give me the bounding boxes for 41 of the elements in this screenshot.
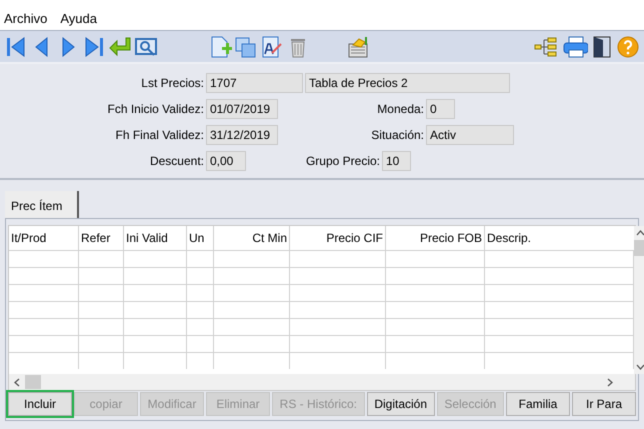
menu-item[interactable]: Ayuda (60, 9, 97, 29)
action-button[interactable]: Familia (506, 392, 570, 416)
scroll-left-icon[interactable] (14, 378, 20, 386)
tab[interactable]: Prec Ítem (5, 191, 79, 218)
scroll-down-icon[interactable] (636, 364, 644, 370)
text-field[interactable]: 1707 (206, 72, 303, 92)
vertical-scrollbar[interactable] (634, 226, 644, 374)
scroll-right-icon[interactable] (607, 378, 613, 386)
column-header[interactable]: It/Prod (9, 226, 79, 250)
action-button[interactable]: Incluir (8, 392, 72, 416)
column-header[interactable]: Ini Valid (124, 226, 187, 250)
return-arrow-icon[interactable] (108, 34, 132, 58)
column-header[interactable]: Precio FOB (386, 226, 485, 250)
column-header[interactable]: Refer (79, 226, 124, 250)
scroll-thumb[interactable] (25, 375, 41, 389)
menu-item[interactable]: Archivo (4, 9, 48, 29)
field-label: Fch Inicio Validez: (106, 100, 205, 118)
text-field[interactable]: Tabla de Precios 2 (305, 72, 510, 92)
action-button[interactable]: Digitación (366, 392, 435, 416)
field-label: Grupo Precio: (306, 154, 380, 168)
text-field[interactable]: 10 (382, 150, 411, 170)
column-header[interactable]: Un (187, 226, 214, 250)
action-button[interactable]: Ir Para (572, 392, 636, 416)
horizontal-scrollbar[interactable] (9, 374, 635, 390)
scroll-thumb[interactable] (634, 240, 644, 256)
text-field[interactable]: 0,00 (206, 150, 246, 170)
column-header[interactable]: Descrip. (485, 226, 634, 250)
scroll-up-icon[interactable] (636, 230, 644, 236)
text-field[interactable]: 0 (426, 98, 455, 118)
field-label: Situación: (371, 128, 424, 142)
text-field[interactable]: 31/12/2019 (206, 124, 278, 144)
field-label: Fh Final Validez: (114, 126, 205, 144)
text-field[interactable]: Activ (426, 124, 514, 144)
field-label: Moneda: (377, 102, 424, 116)
column-header[interactable]: Ct Min (214, 226, 290, 250)
edit-text-icon[interactable] (260, 34, 284, 58)
text-field[interactable]: 01/07/2019 (206, 98, 278, 118)
field-label: Descuent: (148, 152, 205, 170)
column-header[interactable]: Precio CIF (290, 226, 386, 250)
tree-diagram-icon[interactable] (534, 34, 558, 58)
field-label: Lst Precios: (140, 74, 205, 92)
